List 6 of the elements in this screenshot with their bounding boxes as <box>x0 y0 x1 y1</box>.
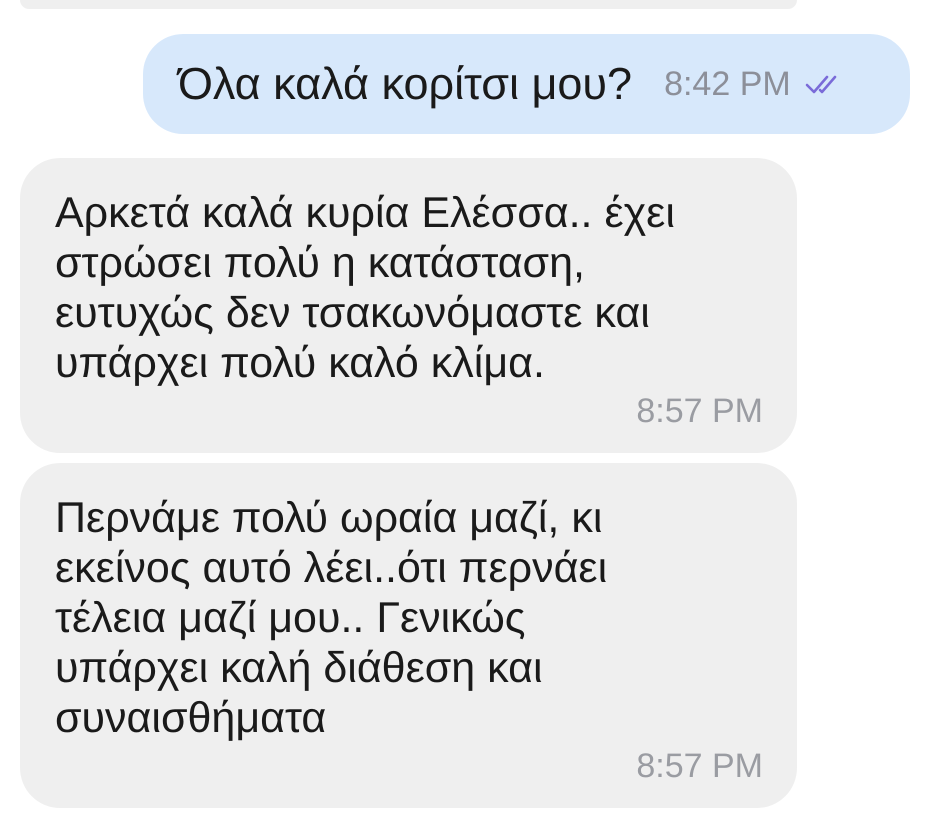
message-time: 8:42 PM <box>664 64 791 104</box>
message-time: 8:57 PM <box>636 392 763 431</box>
message-text: Όλα καλά κορίτσι μου? <box>178 58 632 110</box>
message-text: Αρκετά καλά κυρία Ελέσσα.. έχει στρώσει πολύ η κατάσταση, ευτυχώς δεν τσακωνόμαστε και υπάρχει πολύ καλό κλίμα. <box>55 188 676 388</box>
message-text: Περνάμε πολύ ωραία μαζί, κι εκείνος αυτό λέει..ότι περνάει τέλεια μαζί μου.. Γενικώς υπάρχει καλή διάθεση και συναισθήματα <box>55 493 608 743</box>
message-time: 8:57 PM <box>636 747 763 786</box>
